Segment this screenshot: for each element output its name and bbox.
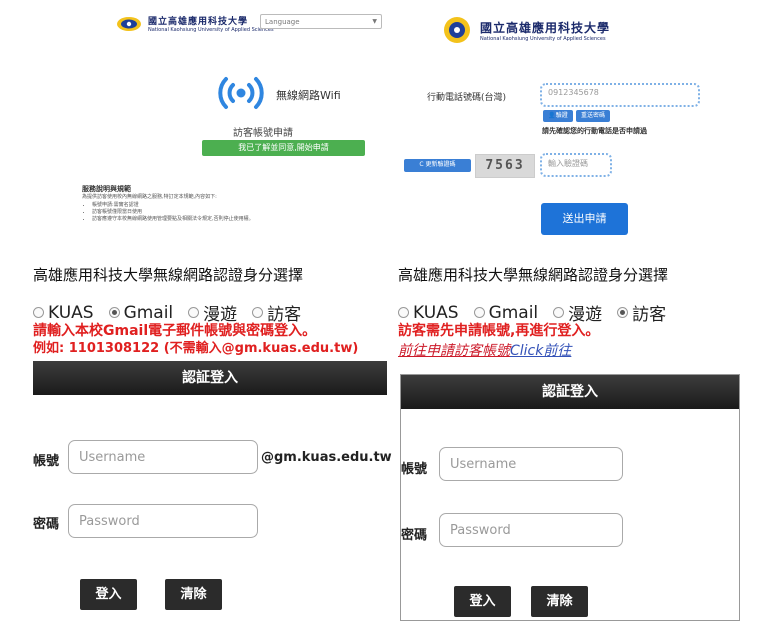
radio-circle-selected[interactable]: [108, 307, 120, 318]
logo-name-en: National Kaohsiung University of Applied…: [148, 27, 274, 33]
auth-select-title: 高雄應用科技大學無線網路認證身分選擇: [33, 266, 304, 284]
radio-label: 訪客: [632, 305, 667, 325]
service-rules-title: 服務說明與規範: [82, 185, 131, 193]
logo-name-cn: 國立高雄應用科技大學: [480, 20, 611, 35]
radio-circle[interactable]: [553, 307, 565, 318]
logo-name-cn: 國立高雄應用科技大學: [148, 17, 249, 27]
language-select-value: Language: [265, 17, 300, 26]
guest-apply-link-click[interactable]: Click前往: [510, 343, 571, 359]
university-emblem-icon: [117, 16, 141, 31]
service-rule-item: 訪客應遵守本校無線網路使用管理要點及相關法令規定,否則停止使用權。: [92, 216, 262, 223]
radio-label: KUAS: [413, 302, 459, 323]
captcha-image: 7563: [475, 154, 535, 178]
apply-page: 國立高雄應用科技大學 National Kaohsiung University…: [400, 6, 730, 246]
logo-name-en: National Kaohsiung University of Applied…: [480, 35, 606, 42]
auth-panel-header: 認証登入: [33, 361, 387, 395]
username-input[interactable]: Username: [439, 447, 623, 481]
guest-note: 訪客需先申請帳號,再進行登入。: [398, 323, 600, 339]
agree-start-button[interactable]: 我已了解並同意,開始申請: [202, 140, 365, 156]
submit-application-button[interactable]: 送出申請: [541, 203, 628, 235]
wifi-icon: [218, 77, 264, 109]
username-label: 帳號: [33, 454, 60, 469]
radio-circle[interactable]: [398, 307, 409, 318]
phone-hint: 請先確認您的行動電話是否申請過: [542, 127, 647, 135]
radio-circle[interactable]: [473, 307, 485, 318]
login-button[interactable]: 登入: [454, 586, 511, 617]
clear-button[interactable]: 清除: [165, 579, 222, 610]
password-input[interactable]: Password: [68, 504, 258, 538]
refresh-icon: C: [419, 161, 424, 168]
refresh-captcha-button[interactable]: C 更新驗證碼: [404, 159, 471, 172]
wifi-title: 無線網路Wifi: [276, 89, 341, 102]
chevron-down-icon: ▼: [372, 18, 377, 25]
radio-circle[interactable]: [188, 307, 200, 318]
guest-page: 國立高雄應用科技大學 National Kaohsiung University…: [82, 6, 382, 246]
auth-login-panel: 認証登入 帳號 Username 密碼 Password 登入 清除: [400, 374, 740, 621]
login-right: 高雄應用科技大學無線網路認證身分選擇 KUAS Gmail 漫遊 訪客 訪客需先…: [398, 262, 773, 621]
radio-label: Gmail: [488, 302, 539, 323]
auth-panel-header: 認証登入: [401, 375, 739, 409]
radio-kuas[interactable]: KUAS: [398, 303, 459, 323]
password-input[interactable]: Password: [439, 513, 623, 547]
radio-circle[interactable]: [252, 307, 264, 318]
language-select[interactable]: Language ▼: [260, 14, 382, 29]
radio-kuas[interactable]: KUAS: [33, 303, 94, 323]
login-left: 高雄應用科技大學無線網路認證身分選擇 KUAS Gmail 漫遊 訪客 請輸入本…: [0, 262, 392, 619]
guest-apply-link-text[interactable]: 前往申請訪客帳號: [398, 343, 510, 359]
captcha-input[interactable]: 輸入驗證碼: [540, 153, 612, 177]
auth-select-title: 高雄應用科技大學無線網路認證身分選擇: [398, 266, 669, 284]
service-rule-item: 訪客帳號僅限當日使用: [92, 209, 262, 216]
login-button[interactable]: 登入: [80, 579, 137, 610]
service-rules-text: 為提供訪客使用校內無線網路之服務,特訂定本規範,內容如下:: [82, 194, 217, 200]
radio-gmail[interactable]: Gmail: [473, 302, 539, 323]
refresh-captcha-label: 更新驗證碼: [425, 161, 456, 168]
radio-gmail[interactable]: Gmail: [108, 302, 174, 323]
radio-label: KUAS: [48, 302, 94, 323]
verify-button-label: 驗證: [555, 112, 568, 119]
username-input[interactable]: Username: [68, 440, 258, 474]
guest-apply-link[interactable]: 前往申請訪客帳號Click前往: [398, 340, 571, 360]
university-logo: 國立高雄應用科技大學 National Kaohsiung University…: [440, 16, 610, 44]
service-rule-item: 帳號申請:需實名認證: [92, 202, 262, 209]
phone-input[interactable]: 0912345678: [540, 83, 700, 107]
password-label: 密碼: [401, 528, 428, 543]
verify-button[interactable]: 👤驗證: [543, 110, 573, 122]
clear-button[interactable]: 清除: [531, 586, 588, 617]
university-emblem-icon: [444, 17, 470, 43]
radio-guest[interactable]: 訪客: [617, 300, 666, 325]
radio-circle[interactable]: [33, 307, 44, 318]
gmail-note-line1: 請輸入本校Gmail電子郵件帳號與密碼登入。: [33, 323, 317, 339]
resend-password-button[interactable]: 重送密碼: [576, 110, 610, 122]
auth-login-panel: 認証登入 帳號 Username @gm.kuas.edu.tw 密碼 Pass…: [33, 361, 392, 613]
radio-circle-selected[interactable]: [617, 307, 629, 318]
phone-label: 行動電話號碼(台灣): [427, 93, 507, 103]
gmail-note-line2: 例如: 1101308122 (不需輸入@gm.kuas.edu.tw): [33, 341, 359, 356]
guest-apply-title: 訪客帳號申請: [233, 128, 293, 139]
username-label: 帳號: [401, 462, 428, 477]
university-logo: 國立高雄應用科技大學 National Kaohsiung University…: [116, 14, 274, 33]
person-icon: 👤: [548, 112, 556, 119]
username-domain-suffix: @gm.kuas.edu.tw: [261, 450, 392, 465]
service-rules-list: 帳號申請:需實名認證 訪客帳號僅限當日使用 訪客應遵守本校無線網路使用管理要點及…: [82, 202, 262, 223]
password-label: 密碼: [33, 517, 60, 532]
radio-label: Gmail: [123, 302, 174, 323]
